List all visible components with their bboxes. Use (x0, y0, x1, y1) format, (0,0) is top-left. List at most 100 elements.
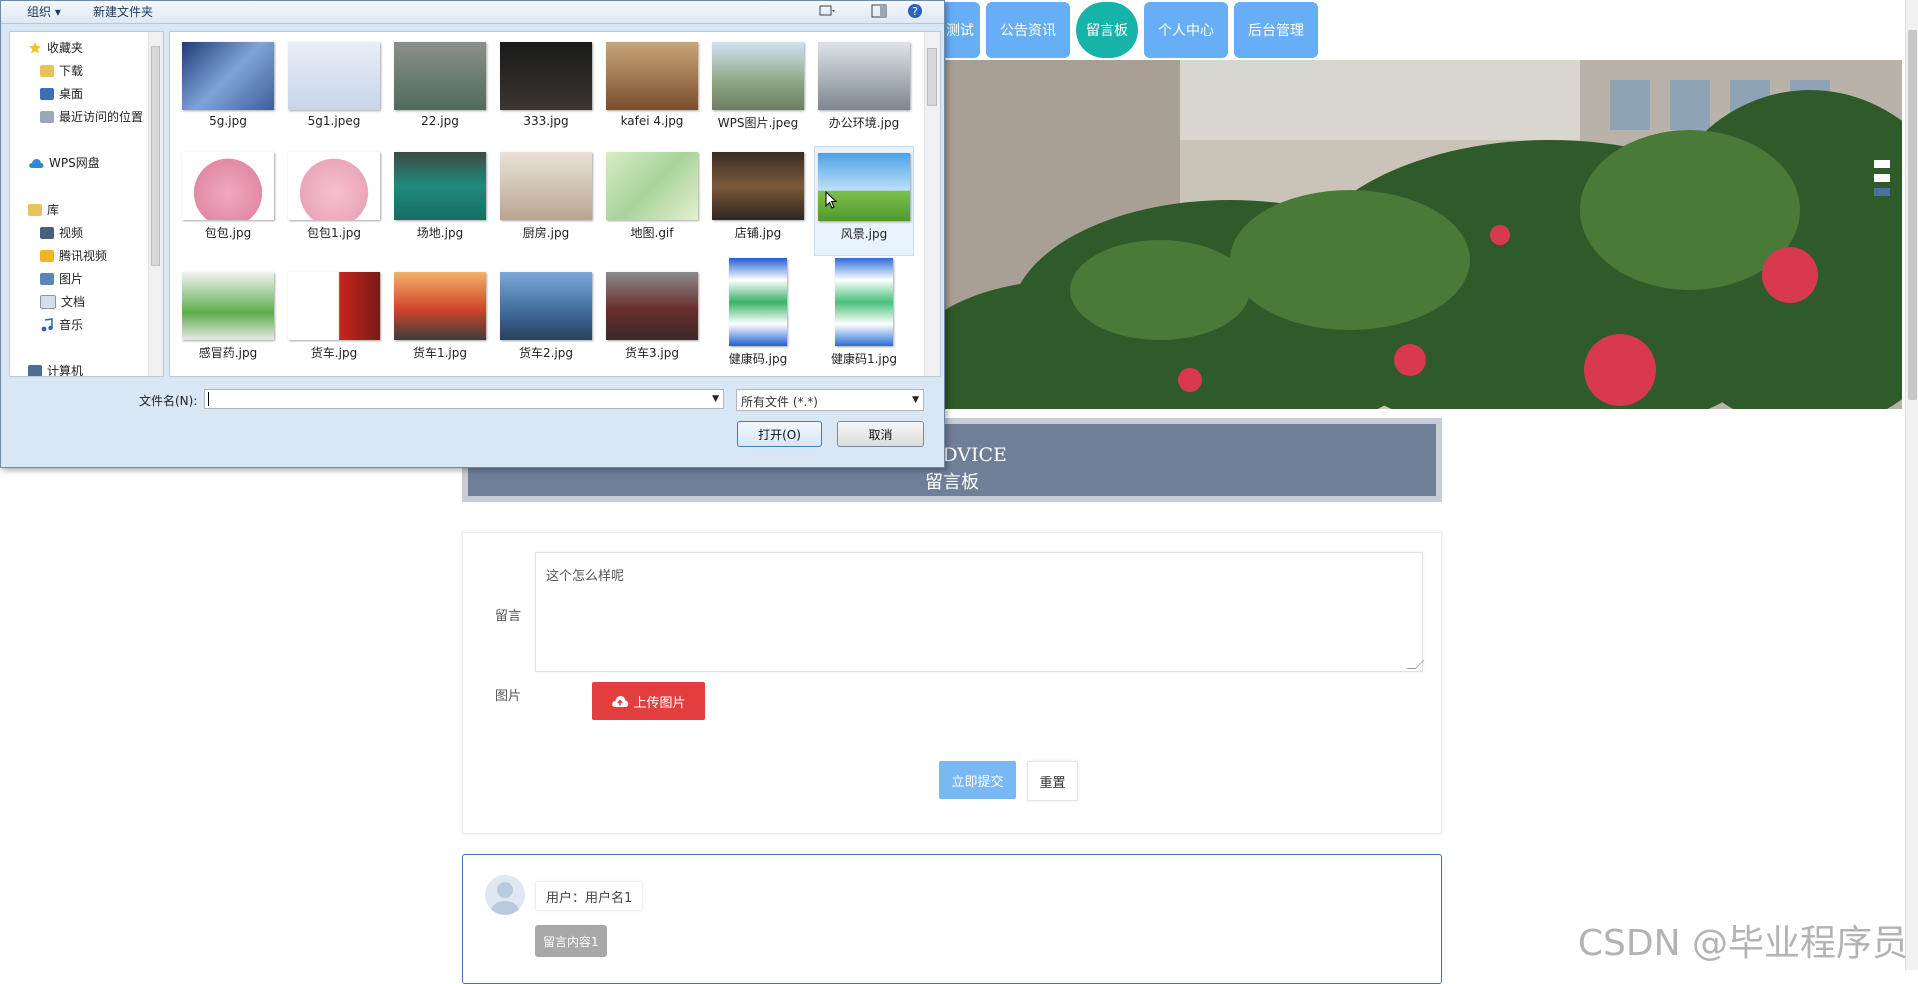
file-thumbnail (288, 42, 380, 110)
tree-label: WPS网盘 (49, 156, 100, 170)
tree-label: 最近访问的位置 (59, 110, 144, 124)
file-item[interactable]: 货车2.jpg (496, 266, 596, 376)
file-item[interactable]: 办公环境.jpg (814, 36, 914, 146)
file-name: 333.jpg (523, 114, 569, 128)
file-item[interactable]: 厨房.jpg (496, 146, 596, 256)
tree-item-library[interactable]: 库 (28, 201, 59, 218)
nav-item-admin[interactable]: 后台管理 (1234, 2, 1318, 58)
view-options-icon[interactable] (819, 3, 835, 19)
file-name: 货车2.jpg (518, 346, 574, 360)
tree-item-favorites[interactable]: 收藏夹 (28, 39, 83, 56)
file-item[interactable]: 包包.jpg (178, 146, 278, 256)
filename-input[interactable]: ▼ (204, 389, 724, 409)
upload-image-button[interactable]: 上传图片 (592, 682, 705, 720)
nav-pane-scrollbar-thumb[interactable] (151, 46, 160, 266)
tree-label: 计算机 (47, 364, 84, 377)
nav-item-profile[interactable]: 个人中心 (1144, 2, 1228, 58)
nav-item-message-board[interactable]: 留言板 (1076, 2, 1138, 58)
file-thumbnail (394, 272, 486, 340)
carousel-dot-active[interactable] (1874, 188, 1890, 196)
file-item[interactable]: 店铺.jpg (708, 146, 808, 256)
file-thumbnail (394, 42, 486, 110)
top-nav: 测试 公告资讯 留言板 个人中心 后台管理 (940, 2, 1318, 58)
file-item[interactable]: 地图.gif (602, 146, 702, 256)
file-name: 感冒药.jpg (198, 346, 258, 360)
page-scrollbar-thumb[interactable] (1908, 30, 1917, 400)
library-icon (28, 203, 42, 216)
tree-item-video[interactable]: 视频 (40, 224, 83, 241)
board-title-cn: 留言板 (925, 472, 979, 493)
nav-item-test[interactable]: 测试 (940, 2, 980, 58)
computer-icon (28, 364, 42, 376)
file-item[interactable]: 健康码1.jpg (814, 258, 914, 368)
file-type-select[interactable]: 所有文件 (*.*) ▼ (736, 389, 924, 411)
file-item[interactable]: kafei 4.jpg (602, 36, 702, 146)
mouse-cursor-icon (825, 191, 837, 209)
open-button[interactable]: 打开(O) (737, 421, 822, 447)
nav-pane-scrollbar[interactable] (148, 32, 163, 376)
file-item[interactable]: WPS图片.jpeg (708, 36, 808, 146)
tree-item-desktop[interactable]: 桌面 (40, 85, 83, 102)
folder-icon (40, 249, 54, 262)
tree-item-recent[interactable]: 最近访问的位置 (40, 108, 143, 125)
file-item[interactable]: 健康码.jpg (708, 258, 808, 368)
submit-button[interactable]: 立即提交 (939, 761, 1016, 799)
tree-item-tencent-video[interactable]: 腾讯视频 (40, 247, 107, 264)
tree-label: 音乐 (59, 318, 84, 332)
file-item-hovered[interactable]: 风景.jpg (814, 146, 914, 256)
file-item[interactable]: 333.jpg (496, 36, 596, 146)
file-name: 风景.jpg (840, 227, 888, 241)
file-item[interactable]: 货车1.jpg (390, 266, 490, 376)
help-icon[interactable]: ? (907, 3, 923, 19)
chevron-down-icon[interactable]: ▼ (712, 394, 719, 404)
message-textarea[interactable]: 这个怎么样呢 (535, 552, 1425, 672)
carousel-dot[interactable] (1874, 160, 1890, 168)
reset-button[interactable]: 重置 (1027, 761, 1078, 801)
pictures-icon (40, 272, 54, 285)
file-item[interactable]: 22.jpg (390, 36, 490, 146)
tree-label: 桌面 (59, 87, 84, 101)
file-thumbnail (182, 272, 274, 340)
tree-item-wps[interactable]: WPS网盘 (28, 154, 100, 171)
file-type-value: 所有文件 (*.*) (741, 395, 818, 409)
avatar (485, 875, 525, 915)
file-list-scrollbar[interactable] (924, 32, 940, 376)
file-item[interactable]: 场地.jpg (390, 146, 490, 256)
tree-item-pictures[interactable]: 图片 (40, 270, 83, 287)
tree-item-music[interactable]: 音乐 (40, 316, 83, 333)
nav-item-announcements[interactable]: 公告资讯 (986, 2, 1070, 58)
file-item[interactable]: 感冒药.jpg (178, 266, 278, 376)
organize-button[interactable]: 组织 ▾ (27, 3, 61, 20)
file-item[interactable]: 包包1.jpg (284, 146, 384, 256)
carousel-dot[interactable] (1874, 174, 1890, 182)
tree-item-computer[interactable]: 计算机 (28, 362, 84, 377)
dialog-toolbar: 组织 ▾ 新建文件夹 ? (1, 1, 944, 24)
file-item[interactable]: 5g.jpg (178, 36, 278, 146)
file-item[interactable]: 货车.jpg (284, 266, 384, 376)
file-list-scrollbar-thumb[interactable] (927, 48, 937, 106)
file-name: 包包1.jpg (306, 226, 362, 240)
page-scrollbar[interactable] (1905, 0, 1918, 970)
file-item[interactable]: 货车3.jpg (602, 266, 702, 376)
preview-pane-icon[interactable] (871, 3, 887, 19)
documents-icon (40, 294, 56, 309)
banner-carousel (930, 60, 1902, 409)
file-thumbnail (500, 152, 592, 220)
new-folder-button[interactable]: 新建文件夹 (93, 3, 153, 20)
navigation-pane: 收藏夹 下载 桌面 最近访问的位置 WPS网盘 库 视频 腾讯视频 图片 文档 … (9, 31, 164, 377)
file-name: 22.jpg (421, 114, 459, 128)
file-thumbnail (182, 42, 274, 110)
tree-item-documents[interactable]: 文档 (40, 293, 85, 310)
file-name: WPS图片.jpeg (717, 116, 799, 130)
file-name: 办公环境.jpg (828, 116, 900, 130)
tree-item-downloads[interactable]: 下载 (40, 62, 83, 79)
cloud-upload-icon (612, 696, 629, 707)
file-item[interactable]: 5g1.jpeg (284, 36, 384, 146)
resize-handle[interactable] (1406, 660, 1425, 669)
file-name: 店铺.jpg (734, 226, 782, 240)
image-label: 图片 (495, 689, 522, 704)
file-name: 5g.jpg (209, 114, 247, 128)
comment-item: 用户：用户名1 留言内容1 (462, 854, 1442, 984)
file-thumbnail (288, 152, 380, 220)
cancel-button[interactable]: 取消 (837, 421, 924, 447)
